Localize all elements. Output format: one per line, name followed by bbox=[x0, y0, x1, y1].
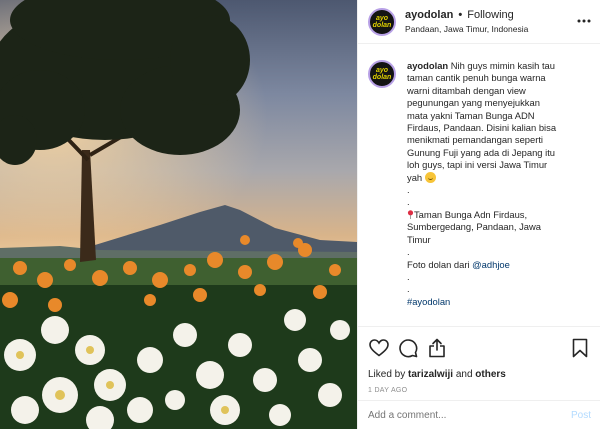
grinning-face-icon bbox=[424, 171, 436, 183]
like-button[interactable] bbox=[368, 337, 390, 359]
bookmark-icon bbox=[572, 338, 588, 358]
caption-line: Gunung Fuji yang ada di Jepang itu bbox=[407, 146, 556, 158]
liked-others-link[interactable]: others bbox=[475, 369, 506, 380]
address-line: Timur bbox=[407, 233, 431, 245]
post-timestamp[interactable]: 1 DAY AGO bbox=[368, 387, 591, 394]
location-link[interactable]: Pandaan, Jawa Timur, Indonesia bbox=[405, 23, 528, 35]
header-text: ayodolan • Following Pandaan, Jawa Timur… bbox=[405, 9, 528, 35]
post-details-panel: ayo dolan ayodolan • Following Pandaan, … bbox=[357, 0, 600, 429]
photo-scene bbox=[0, 0, 357, 429]
post-comment-button[interactable]: Post bbox=[571, 410, 591, 421]
caption-dot: . bbox=[407, 184, 410, 196]
address-line: Sumbergedang, Pandaan, Jawa bbox=[407, 221, 541, 233]
username-link[interactable]: ayodolan bbox=[405, 9, 453, 21]
caption-dot: . bbox=[407, 196, 410, 208]
caption-line: mata yakni Taman Bunga ADN bbox=[407, 109, 535, 121]
caption-area: ayo dolan ayodolan Nih guys mimin kasih … bbox=[358, 60, 600, 326]
comment-button[interactable] bbox=[397, 337, 419, 359]
liked-prefix: Liked by bbox=[368, 369, 406, 380]
round-pushpin-icon bbox=[407, 210, 414, 219]
username-row: ayodolan • Following bbox=[405, 9, 528, 22]
likes-summary: Liked by tarizalwiji and others bbox=[368, 368, 591, 382]
save-button[interactable] bbox=[569, 337, 591, 359]
caption-dot: . bbox=[407, 246, 410, 258]
actions-section: Liked by tarizalwiji and others 1 DAY AG… bbox=[358, 326, 600, 429]
caption-last-word: yah bbox=[407, 171, 423, 183]
caption-line: pegunungan yang menyejukkan bbox=[407, 97, 540, 109]
post-photo[interactable] bbox=[0, 0, 357, 429]
avatar[interactable]: ayo dolan bbox=[368, 7, 396, 36]
avatar-logo: ayo dolan bbox=[372, 14, 392, 29]
comment-bar: Post bbox=[358, 400, 600, 429]
address-line: Taman Bunga Adn Firdaus, bbox=[414, 208, 528, 220]
caption-row: ayo dolan ayodolan Nih guys mimin kasih … bbox=[368, 60, 600, 308]
caption-username[interactable]: ayodolan bbox=[407, 60, 448, 71]
credit-text: Foto dolan dari bbox=[407, 258, 470, 270]
caption-avatar[interactable]: ayo dolan bbox=[368, 60, 396, 88]
following-button[interactable]: Following bbox=[467, 9, 513, 21]
avatar-logo: ayo dolan bbox=[372, 67, 392, 81]
action-icons bbox=[368, 337, 591, 359]
comment-icon bbox=[399, 339, 418, 358]
caption-dot: . bbox=[407, 283, 410, 295]
separator-dot: • bbox=[458, 8, 463, 21]
liked-and: and bbox=[455, 369, 473, 380]
post-header: ayo dolan ayodolan • Following Pandaan, … bbox=[358, 0, 600, 44]
caption-line: loh guys, tapi ini versi Jawa Timur bbox=[407, 159, 548, 171]
mention-link[interactable]: @adhjoe bbox=[472, 259, 510, 270]
caption-line: taman cantik penuh bunga warna bbox=[407, 72, 546, 84]
liked-user-link[interactable]: tarizalwiji bbox=[408, 369, 453, 380]
comment-input[interactable] bbox=[368, 410, 571, 421]
share-button[interactable] bbox=[426, 337, 448, 359]
caption-text: ayodolan Nih guys mimin kasih tau taman … bbox=[407, 60, 597, 308]
caption-line: menikmati pemandangan seperti bbox=[407, 134, 544, 146]
hashtag-link[interactable]: #ayodolan bbox=[407, 296, 597, 308]
caption-line: warni ditambah dengan view bbox=[407, 84, 526, 96]
more-options-icon[interactable] bbox=[577, 14, 591, 28]
caption-line: Firdaus, Pandaan. Disini kalian bisa bbox=[407, 122, 557, 134]
share-icon bbox=[429, 338, 445, 358]
heart-icon bbox=[369, 339, 389, 357]
caption-dot: . bbox=[407, 270, 410, 282]
caption-line: Nih guys mimin kasih tau bbox=[450, 60, 555, 71]
